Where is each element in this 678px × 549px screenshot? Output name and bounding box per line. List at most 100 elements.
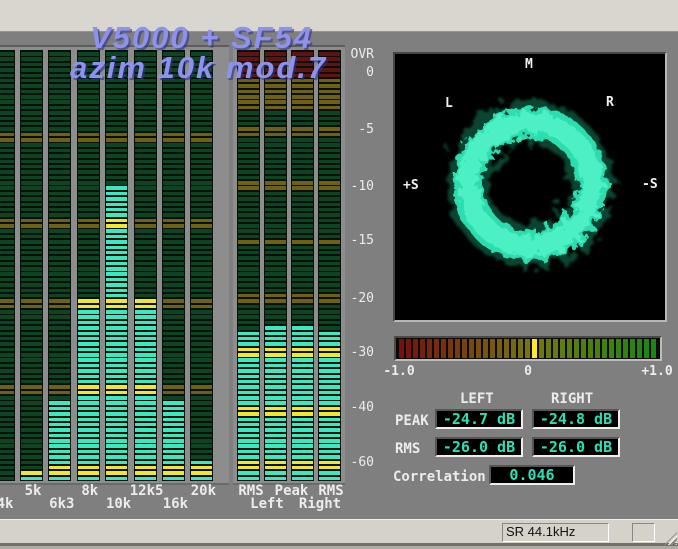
led-segment [163,407,184,411]
led-segment [238,111,259,115]
led-segment [135,165,156,169]
led-segment [135,466,156,470]
led-segment [49,165,70,169]
led-segment [0,68,14,72]
title-line-1: V5000 + SF54 [90,22,313,53]
led-segment [135,262,156,266]
led-segment [319,396,340,400]
header-left: LEFT [460,391,494,407]
led-segment [292,262,313,266]
correlation-meter [394,336,662,361]
led-segment [319,375,340,379]
led-segment [238,450,259,454]
led-segment [265,385,286,389]
led-segment [163,369,184,373]
led-segment [106,149,127,153]
led-segment [238,235,259,239]
led-segment [238,353,259,357]
led-segment [49,90,70,94]
led-segment [106,380,127,384]
led-segment [238,412,259,416]
led-segment [0,197,14,201]
led-segment [191,203,212,207]
led-segment [292,133,313,137]
led-segment [49,262,70,266]
led-segment [49,418,70,422]
led-segment [265,321,286,325]
led-segment [135,100,156,104]
corr-segment [560,339,565,358]
led-segment [78,401,99,405]
led-segment [106,369,127,373]
led-segment [191,246,212,250]
led-segment [292,289,313,293]
led-segment [135,111,156,115]
led-segment [238,90,259,94]
led-segment [191,471,212,475]
corr-segment [420,339,425,358]
led-segment [163,229,184,233]
led-segment [135,315,156,319]
led-segment [78,95,99,99]
db-scale: OVR0-5-10-15-20-30-40-60 [340,45,376,481]
led-segment [292,396,313,400]
led-segment [49,434,70,438]
led-segment [292,143,313,147]
led-segment [163,219,184,223]
led-segment [0,375,14,379]
led-segment [135,332,156,336]
led-segment [0,106,14,110]
led-segment [292,122,313,126]
led-segment [163,348,184,352]
led-segment [106,122,127,126]
led-segment [0,364,14,368]
led-segment [0,170,14,174]
led-segment [238,315,259,319]
led-segment [135,418,156,422]
led-segment [238,149,259,153]
led-segment [21,224,42,228]
led-segment [78,203,99,207]
led-segment [163,439,184,443]
db-scale-tick: -15 [351,233,374,248]
led-segment [0,95,14,99]
rms-left-value: -26.0 dB [435,437,523,457]
led-segment [292,235,313,239]
led-segment [106,197,127,201]
led-segment [49,68,70,72]
led-segment [78,186,99,190]
led-segment [21,229,42,233]
led-segment [21,208,42,212]
led-segment [78,256,99,260]
led-segment [191,299,212,303]
led-segment [265,272,286,276]
led-segment [292,299,313,303]
led-segment [292,197,313,201]
led-segment [0,321,14,325]
corr-segment [399,339,404,358]
led-segment [319,461,340,465]
led-segment [0,326,14,330]
led-segment [292,326,313,330]
led-segment [21,364,42,368]
led-segment [135,90,156,94]
led-segment [49,100,70,104]
led-segment [163,106,184,110]
led-segment [0,181,14,185]
corr-segment [581,339,586,358]
led-segment [265,143,286,147]
led-segment [106,385,127,389]
led-segment [319,213,340,217]
led-segment [21,461,42,465]
resize-grip-icon[interactable] [664,532,677,545]
led-segment [78,315,99,319]
led-segment [0,192,14,196]
corr-tick-max: +1.0 [641,364,672,379]
led-segment [238,224,259,228]
led-segment [49,106,70,110]
led-segment [163,375,184,379]
analyzer-window: V5000 + SF54 azim 10k mod.7 OVR0-5-10-15… [0,0,678,549]
led-segment [78,310,99,314]
led-segment [292,418,313,422]
led-segment [135,401,156,405]
